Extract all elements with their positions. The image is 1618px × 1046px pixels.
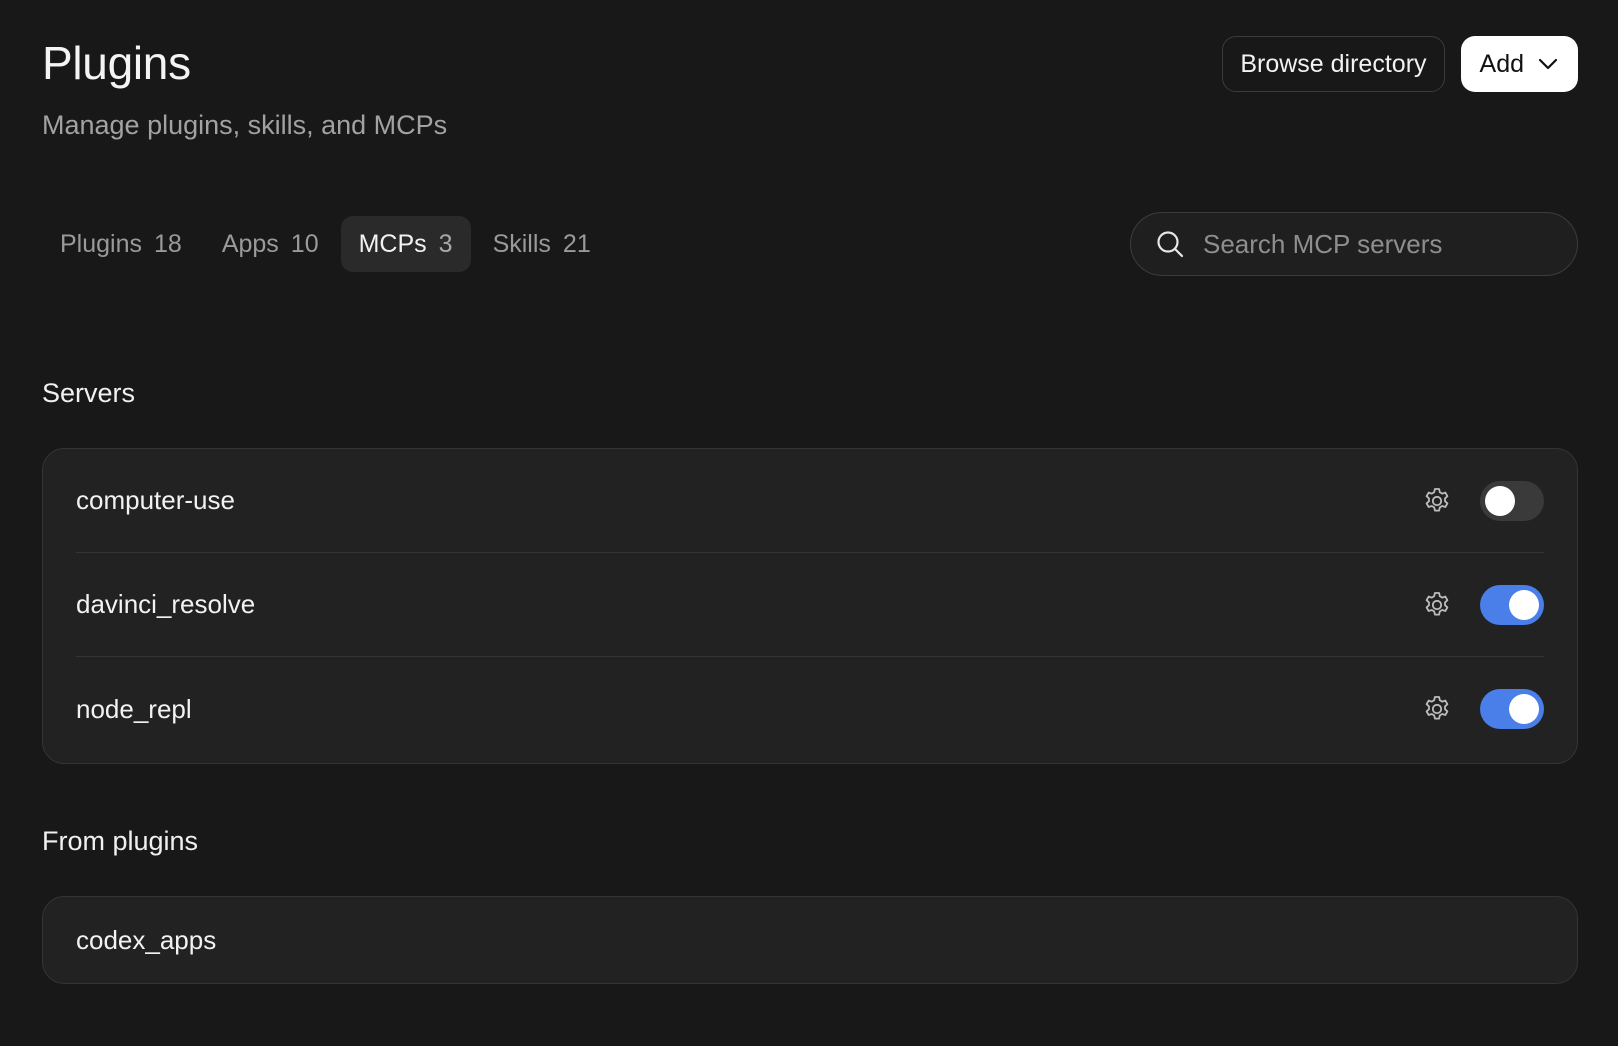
server-row-computer-use: computer-use xyxy=(76,449,1544,553)
tab-skills[interactable]: Skills 21 xyxy=(475,216,609,272)
tab-count: 10 xyxy=(290,229,319,258)
page-subtitle: Manage plugins, skills, and MCPs xyxy=(42,110,448,140)
tab-plugins[interactable]: Plugins 18 xyxy=(42,216,200,272)
search-box xyxy=(1130,212,1578,276)
gear-icon[interactable] xyxy=(1422,694,1452,724)
tab-label: Skills xyxy=(492,229,551,258)
header-actions: Browse directory Add xyxy=(1222,36,1578,92)
tab-label: Plugins xyxy=(60,229,142,258)
chevron-down-icon xyxy=(1538,58,1558,70)
tab-label: Apps xyxy=(221,229,279,258)
server-toggle[interactable] xyxy=(1480,480,1544,521)
tab-label: MCPs xyxy=(358,229,427,258)
tab-count: 3 xyxy=(438,229,453,258)
add-button[interactable]: Add xyxy=(1460,36,1578,92)
tab-bar: Plugins 18 Apps 10 MCPs 3 Skills 21 xyxy=(42,216,609,272)
toggle-knob xyxy=(1485,485,1515,516)
page-title: Plugins xyxy=(42,37,191,89)
plugin-servers-list: codex_apps xyxy=(42,896,1578,984)
gear-icon[interactable] xyxy=(1422,590,1452,620)
server-name: node_repl xyxy=(76,693,192,724)
toggle-knob xyxy=(1509,589,1539,620)
server-toggle[interactable] xyxy=(1480,689,1544,729)
search-input[interactable] xyxy=(1203,228,1577,260)
server-name: computer-use xyxy=(76,485,235,515)
tab-apps[interactable]: Apps 10 xyxy=(204,216,337,272)
from-plugins-section-title: From plugins xyxy=(42,826,199,856)
add-button-label: Add xyxy=(1479,49,1524,78)
servers-list: computer-use davinci_resolve node_repl xyxy=(42,448,1578,764)
server-name: davinci_resolve xyxy=(76,589,256,619)
tab-mcps[interactable]: MCPs 3 xyxy=(340,216,471,272)
server-toggle[interactable] xyxy=(1480,584,1544,625)
plugin-server-name: codex_apps xyxy=(76,924,217,955)
server-row-node-repl: node_repl xyxy=(76,657,1544,761)
toggle-knob xyxy=(1509,694,1539,724)
gear-icon[interactable] xyxy=(1422,486,1452,516)
tab-count: 18 xyxy=(154,229,182,258)
servers-section-title: Servers xyxy=(42,378,136,408)
plugins-page: Plugins Manage plugins, skills, and MCPs… xyxy=(0,0,1618,1046)
search-icon xyxy=(1157,231,1184,258)
tab-count: 21 xyxy=(562,229,591,258)
server-row-davinci-resolve: davinci_resolve xyxy=(76,553,1544,657)
browse-directory-button[interactable]: Browse directory xyxy=(1222,36,1445,92)
